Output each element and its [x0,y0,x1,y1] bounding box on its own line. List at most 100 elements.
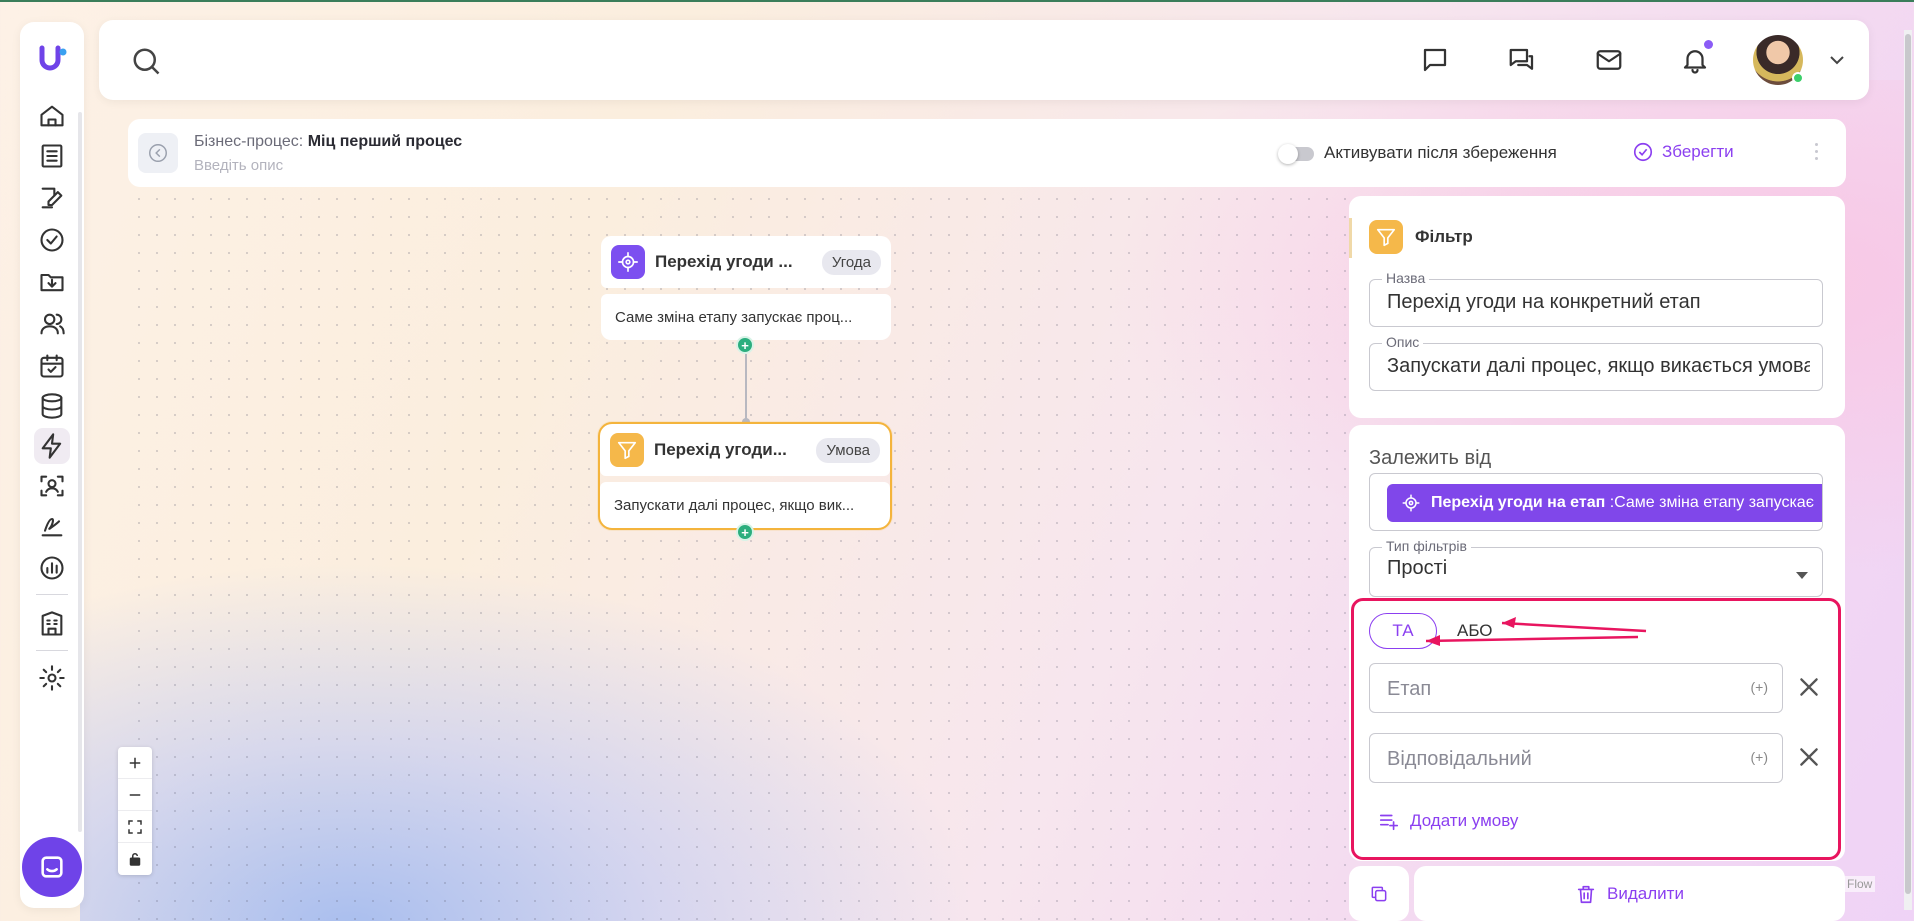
app-logo[interactable] [36,42,70,76]
delete-button[interactable]: Видалити [1414,866,1845,921]
folder-download-icon [40,273,64,292]
mail-button[interactable] [1593,44,1625,76]
node-header: Перехід угоди ... Угода [601,236,891,288]
lock-icon [129,853,141,866]
plus-icon [129,757,141,768]
sidebar-item-reports[interactable] [34,550,70,586]
chevron-down-icon [1830,56,1844,65]
search-icon [133,48,160,75]
description-field-label: Опис [1382,334,1424,350]
chats-button[interactable] [1506,44,1538,76]
condition-add-variable[interactable]: (+) [1751,749,1769,765]
copy-button[interactable] [1349,866,1409,921]
name-field-value[interactable]: Перехід угоди на конкретний етап [1387,291,1810,314]
annotation-arrows [1425,617,1647,646]
add-node-handle[interactable]: + [736,336,754,354]
flow-node-trigger[interactable]: Перехід угоди ... Угода Саме зміна етапу… [601,236,891,340]
add-condition-button[interactable]: Додати умову [1378,810,1518,832]
sidebar [20,22,84,908]
home-icon [40,105,64,127]
search-button[interactable] [131,46,161,76]
fit-view-button[interactable] [118,811,152,843]
process-description-input[interactable]: Введіть опис [194,157,283,174]
sidebar-item-database[interactable] [34,388,70,424]
depends-on-field[interactable]: Перехід угоди на етап :Саме зміна етапу … [1369,473,1823,531]
filter-info-panel: Фільтр Назва Перехід угоди на конкретний… [1349,196,1845,418]
zoom-out-button[interactable] [118,779,152,811]
lock-button[interactable] [118,843,152,875]
remove-condition-button[interactable] [1796,744,1822,770]
sidebar-item-automation[interactable] [34,428,70,464]
sidebar-scrollbar[interactable] [78,112,82,832]
sidebar-item-home[interactable] [34,98,70,134]
node-icon-box [610,433,644,467]
sidebar-item-settings[interactable] [34,660,70,696]
minus-icon [129,793,141,796]
sidebar-item-contacts[interactable] [34,306,70,342]
more-options-button[interactable] [1810,139,1822,167]
filter-type-value: Прості [1387,557,1448,579]
depends-on-chip[interactable]: Перехід угоди на етап :Саме зміна етапу … [1387,484,1822,522]
description-field[interactable]: Опис Запускати далі процес, якщо викаєть… [1369,334,1823,391]
condition-add-variable[interactable]: (+) [1751,679,1769,695]
save-button[interactable]: Зберегти [1632,141,1734,163]
support-chat-button[interactable] [22,837,82,897]
back-button[interactable] [138,133,178,173]
description-field-value[interactable]: Запускати далі процес, якщо викається ум… [1387,355,1810,378]
flow-attribution[interactable]: Flow [1844,876,1876,892]
process-name[interactable]: Міц перший процес [308,133,462,150]
node-type-badge: Умова [816,437,880,463]
remove-condition-button[interactable] [1796,674,1822,700]
building-icon [41,611,63,636]
sidebar-item-sign[interactable] [34,508,70,544]
zoom-in-button[interactable] [118,747,152,779]
page-scrollbar[interactable] [1904,30,1912,910]
chats-icon [1509,48,1534,70]
panel-header: Фільтр [1369,220,1473,254]
mail-icon [1596,50,1622,70]
calendar-check-icon [40,354,64,378]
save-button-label: Зберегти [1662,142,1734,161]
messages-button[interactable] [1419,44,1451,76]
filter-icon [1369,220,1403,254]
target-icon [1402,494,1420,512]
canvas-controls [118,747,152,875]
filter-type-select[interactable]: Тип фільтрів Прості [1369,538,1823,597]
name-field[interactable]: Назва Перехід угоди на конкретний етап [1369,270,1823,327]
sidebar-item-notes[interactable] [34,180,70,216]
profile-menu-button[interactable] [1825,48,1849,72]
sidebar-item-scanner[interactable] [34,468,70,504]
window-top-edge [0,0,1914,2]
sidebar-item-inbox[interactable] [34,264,70,300]
add-node-handle[interactable]: + [736,523,754,541]
condition-responsible-field[interactable]: Відповідальний (+) [1369,733,1783,783]
condition-responsible-placeholder: Відповідальний [1387,748,1532,770]
sidebar-divider [36,650,68,651]
add-condition-label: Додати умову [1410,811,1519,830]
chart-circle-icon [40,556,64,580]
condition-stage-field[interactable]: Етап (+) [1369,663,1783,713]
database-icon [41,393,63,419]
sidebar-item-documents[interactable] [34,138,70,174]
avatar[interactable] [1753,35,1804,85]
depends-on-chip-title: Перехід угоди на етап [1431,494,1606,511]
bell-icon [1683,50,1707,74]
node-description: Запускати далі процес, якщо вик... [600,482,890,528]
sidebar-item-calendar[interactable] [34,348,70,384]
activate-toggle[interactable] [1278,144,1314,164]
sidebar-item-tasks[interactable] [34,222,70,258]
flow-node-condition[interactable]: Перехід угоди... Умова Запускати далі пр… [598,422,892,530]
document-list-icon [41,144,63,168]
condition-stage-placeholder: Етап [1387,678,1432,700]
node-title: Перехід угоди ... [655,252,793,271]
process-title: Бізнес-процес: Міц перший процес [194,133,462,151]
users-icon [40,313,65,335]
flow-edge [745,354,747,420]
activate-toggle-label: Активувати після збереження [1324,143,1557,162]
sidebar-item-company[interactable] [34,606,70,642]
check-circle-icon [1633,142,1653,162]
canvas-gradient-blue [80,560,980,921]
filter-icon [617,441,637,460]
close-icon [1800,678,1818,696]
notifications-button[interactable] [1679,40,1713,76]
